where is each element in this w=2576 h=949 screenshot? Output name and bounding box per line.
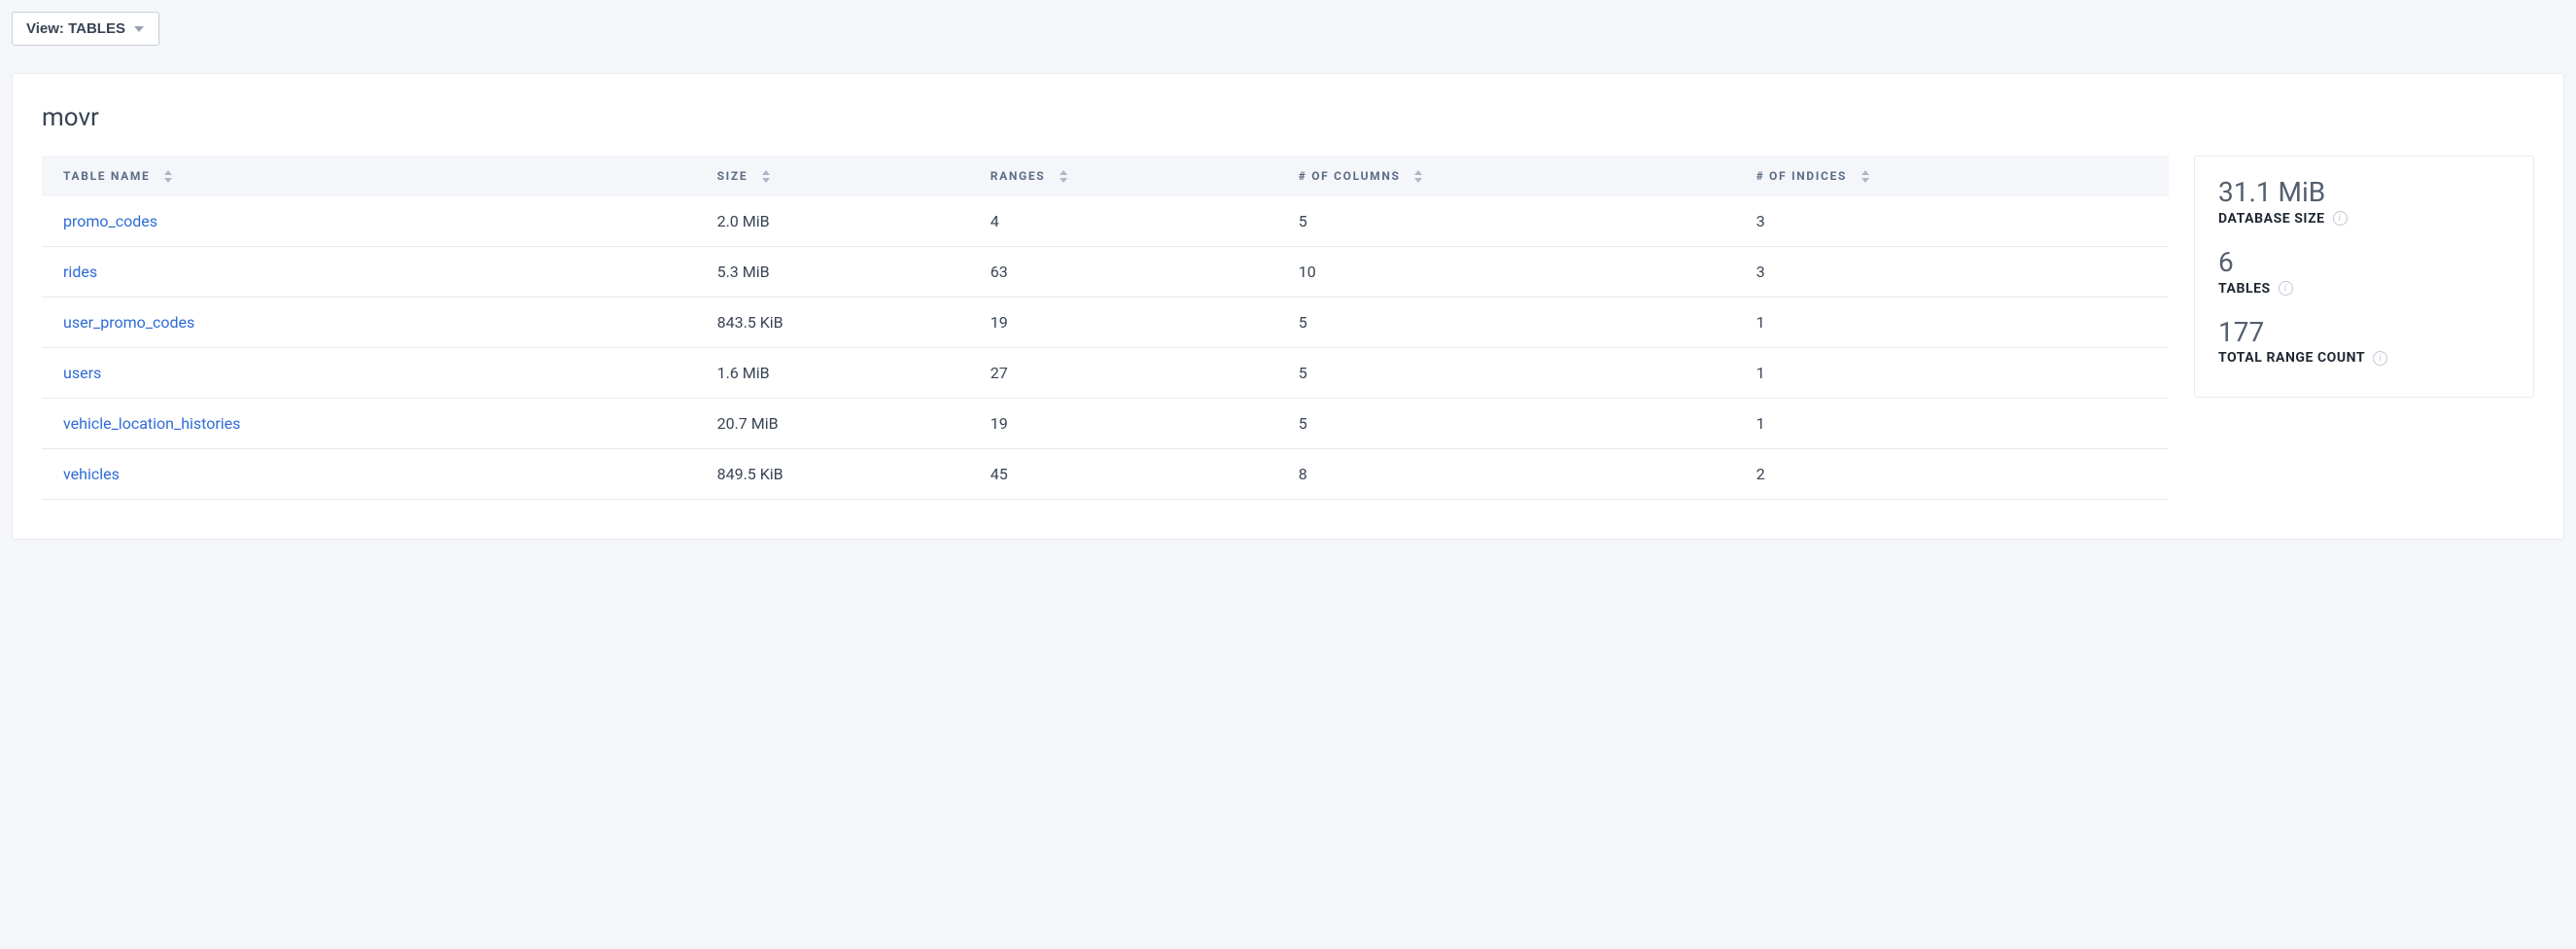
stat-label: TOTAL RANGE COUNT i [2218, 350, 2510, 366]
cell-columns: 5 [1289, 196, 1747, 247]
cell-columns: 10 [1289, 247, 1747, 298]
table-row: rides 5.3 MiB63103 [42, 247, 2169, 298]
table-name-link[interactable]: rides [63, 263, 97, 281]
cell-size: 1.6 MiB [708, 348, 981, 399]
col-header-columns[interactable]: # of Columns [1289, 156, 1747, 196]
table-row: user_promo_codes 843.5 KiB1951 [42, 298, 2169, 348]
database-card: movr Table Name Size [12, 73, 2564, 540]
stat-label: TABLES i [2218, 281, 2510, 297]
cell-indices: 3 [1747, 196, 2169, 247]
cell-size: 849.5 KiB [708, 449, 981, 500]
cell-indices: 2 [1747, 449, 2169, 500]
stat-value: 6 [2218, 248, 2510, 278]
cell-size: 2.0 MiB [708, 196, 981, 247]
col-header-table-name[interactable]: Table Name [42, 156, 708, 196]
sort-icon [1862, 170, 1869, 183]
database-name: movr [42, 103, 2534, 132]
table-name-link[interactable]: promo_codes [63, 212, 157, 230]
col-header-size[interactable]: Size [708, 156, 981, 196]
sort-icon [1060, 170, 1067, 183]
tables-list: Table Name Size [42, 156, 2169, 500]
info-icon[interactable]: i [2279, 281, 2293, 296]
cell-indices: 1 [1747, 298, 2169, 348]
view-selector-prefix: View: TABLES [26, 20, 125, 37]
stat-tables: 6 TABLES i [2218, 248, 2510, 297]
cell-columns: 5 [1289, 399, 1747, 449]
cell-indices: 1 [1747, 399, 2169, 449]
table-row: vehicle_location_histories 20.7 MiB1951 [42, 399, 2169, 449]
cell-ranges: 45 [981, 449, 1289, 500]
sort-icon [1414, 170, 1422, 183]
cell-columns: 5 [1289, 348, 1747, 399]
cell-ranges: 19 [981, 298, 1289, 348]
info-icon[interactable]: i [2373, 351, 2387, 366]
cell-ranges: 4 [981, 196, 1289, 247]
stat-value: 177 [2218, 318, 2510, 348]
cell-indices: 3 [1747, 247, 2169, 298]
table-row: vehicles 849.5 KiB4582 [42, 449, 2169, 500]
cell-size: 843.5 KiB [708, 298, 981, 348]
table-row: users 1.6 MiB2751 [42, 348, 2169, 399]
cell-ranges: 63 [981, 247, 1289, 298]
info-icon[interactable]: i [2333, 211, 2348, 226]
stat-database-size: 31.1 MiB DATABASE SIZE i [2218, 178, 2510, 227]
cell-indices: 1 [1747, 348, 2169, 399]
sort-icon [164, 170, 172, 183]
caret-down-icon [133, 23, 145, 35]
col-header-indices[interactable]: # of Indices [1747, 156, 2169, 196]
cell-size: 5.3 MiB [708, 247, 981, 298]
cell-columns: 8 [1289, 449, 1747, 500]
cell-columns: 5 [1289, 298, 1747, 348]
table-name-link[interactable]: user_promo_codes [63, 313, 194, 332]
table-name-link[interactable]: users [63, 364, 101, 382]
stat-value: 31.1 MiB [2218, 178, 2510, 208]
stat-range-count: 177 TOTAL RANGE COUNT i [2218, 318, 2510, 367]
col-header-ranges[interactable]: Ranges [981, 156, 1289, 196]
cell-size: 20.7 MiB [708, 399, 981, 449]
table-name-link[interactable]: vehicle_location_histories [63, 414, 240, 433]
cell-ranges: 19 [981, 399, 1289, 449]
stats-panel: 31.1 MiB DATABASE SIZE i 6 TABLES i 177 … [2194, 156, 2534, 398]
table-name-link[interactable]: vehicles [63, 465, 120, 483]
view-selector-dropdown[interactable]: View: TABLES [12, 12, 159, 46]
cell-ranges: 27 [981, 348, 1289, 399]
sort-icon [762, 170, 770, 183]
stat-label: DATABASE SIZE i [2218, 211, 2510, 227]
table-row: promo_codes 2.0 MiB453 [42, 196, 2169, 247]
